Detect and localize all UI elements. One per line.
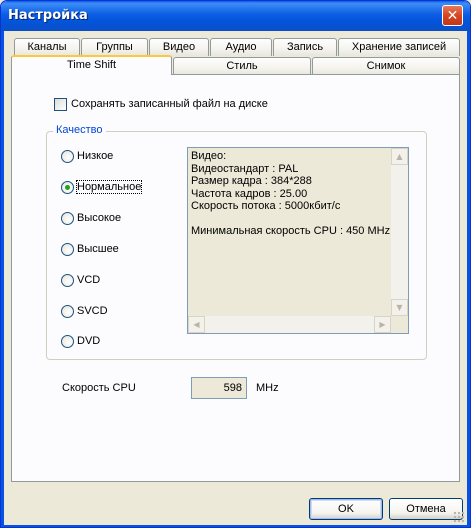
tab-channels[interactable]: Каналы — [14, 38, 80, 56]
title-bar[interactable]: Настройка ✕ — [1, 1, 470, 31]
settings-dialog: Настройка ✕ Каналы Группы Видео Аудио За… — [0, 0, 471, 528]
tab-snapshot[interactable]: Снимок — [312, 57, 460, 75]
close-icon: ✕ — [446, 7, 459, 24]
cancel-button[interactable]: Отмена — [389, 498, 463, 520]
window-frame-right — [467, 31, 470, 527]
tab-record-storage[interactable]: Хранение записей — [338, 38, 460, 56]
resize-grip[interactable] — [453, 511, 465, 523]
close-button[interactable]: ✕ — [442, 5, 463, 26]
window-title: Настройка — [8, 8, 88, 23]
window-frame-left — [1, 31, 4, 527]
save-file-checkbox[interactable] — [54, 98, 67, 111]
ok-button[interactable]: OK — [309, 498, 383, 520]
tab-video[interactable]: Видео — [149, 38, 209, 56]
tab-style[interactable]: Стиль — [173, 57, 311, 75]
tab-groups[interactable]: Группы — [81, 38, 148, 56]
tab-recording[interactable]: Запись — [273, 38, 337, 56]
time-shift-panel — [11, 74, 460, 482]
tab-audio[interactable]: Аудио — [210, 38, 272, 56]
tab-time-shift[interactable]: Time Shift — [11, 55, 172, 75]
